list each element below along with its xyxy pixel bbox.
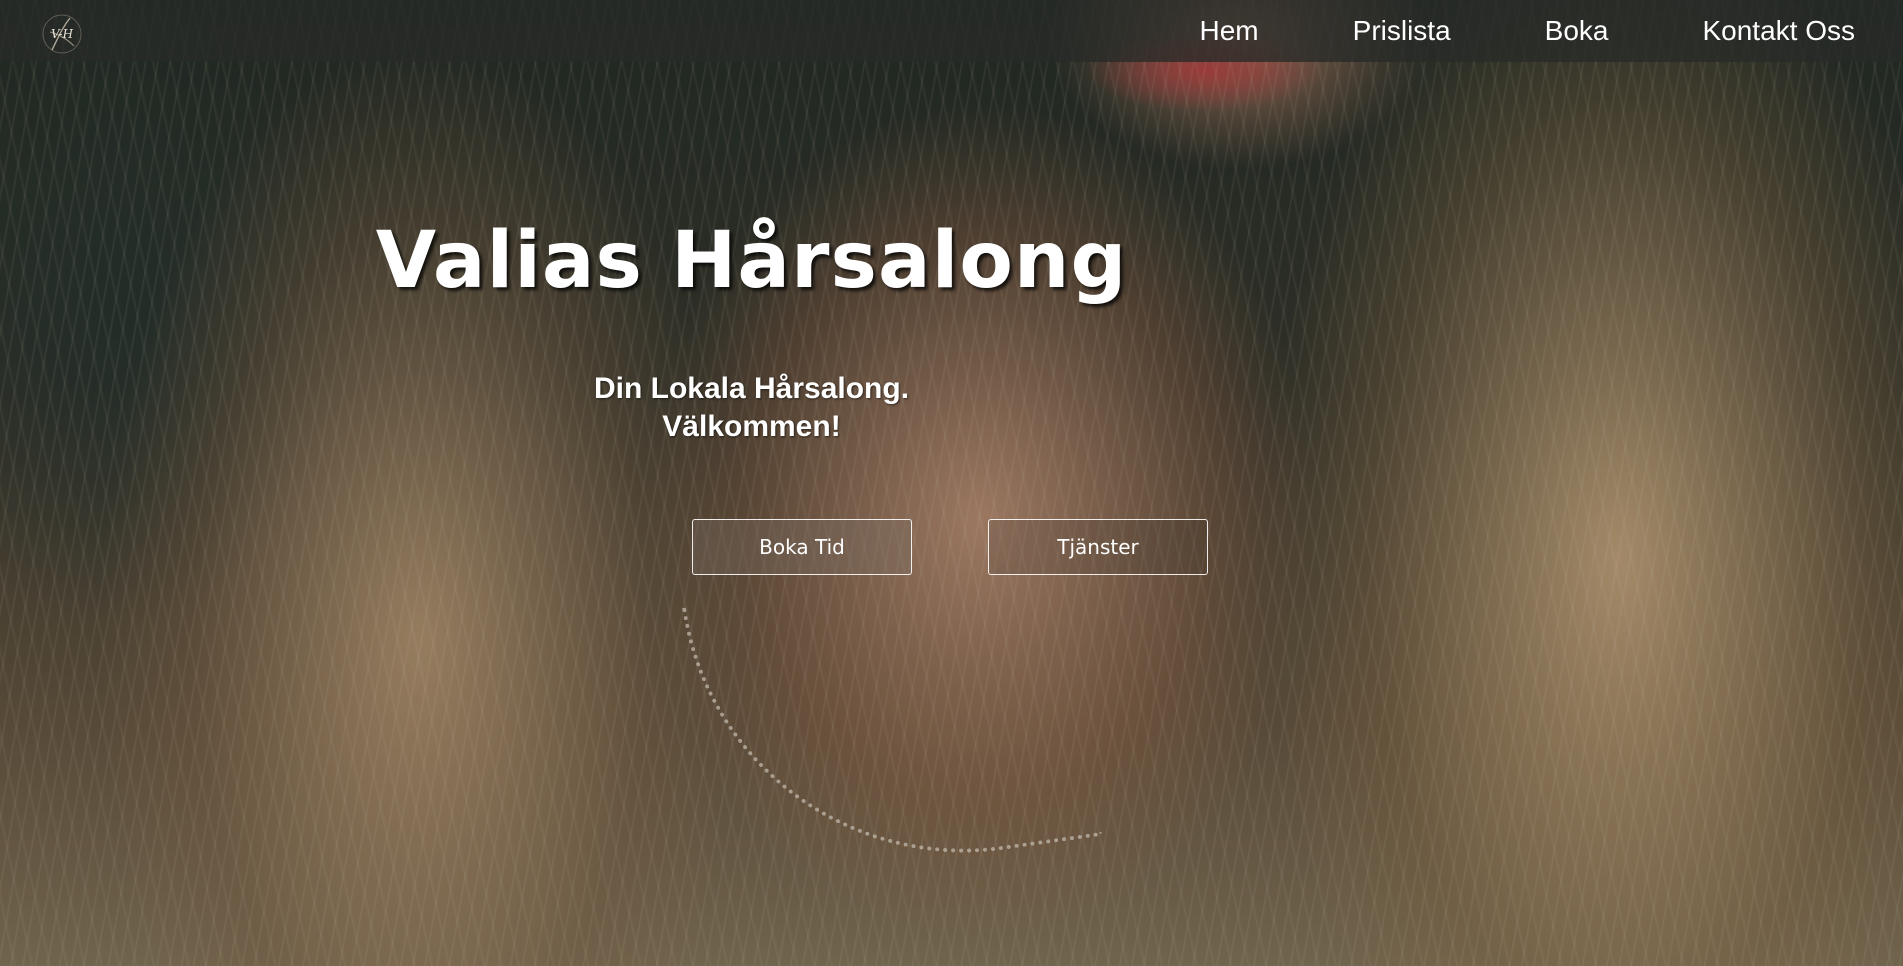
nav-link-prislista[interactable]: Prislista: [1306, 15, 1498, 47]
nav-links: Hem Prislista Boka Kontakt Oss: [1153, 0, 1855, 62]
logo-text: V-H: [50, 27, 74, 41]
nav-link-boka[interactable]: Boka: [1498, 15, 1656, 47]
boka-tid-button[interactable]: Boka Tid: [692, 519, 912, 575]
hero-subtitle-text: Din Lokala Hårsalong. Välkommen!: [594, 370, 909, 446]
background-overlay: [0, 0, 1903, 966]
subtitle-line-2: Välkommen!: [662, 410, 841, 443]
tjanster-button[interactable]: Tjänster: [988, 519, 1208, 575]
hero-buttons: Boka Tid Tjänster: [692, 519, 1208, 575]
top-navbar: V-H Hem Prislista Boka Kontakt Oss: [0, 0, 1903, 62]
page-title-text: Valias Hårsalong: [375, 216, 1128, 306]
nav-link-hem[interactable]: Hem: [1153, 15, 1306, 47]
hero-subtitle: Din Lokala Hårsalong. Välkommen!: [0, 370, 1903, 446]
page-title: Valias Hårsalong: [0, 216, 1903, 306]
subtitle-line-1: Din Lokala Hårsalong.: [593, 372, 910, 405]
hero-section: V-H Hem Prislista Boka Kontakt Oss Valia…: [0, 0, 1903, 966]
salon-logo[interactable]: V-H: [40, 12, 84, 56]
nav-link-kontakt-oss[interactable]: Kontakt Oss: [1655, 15, 1855, 47]
